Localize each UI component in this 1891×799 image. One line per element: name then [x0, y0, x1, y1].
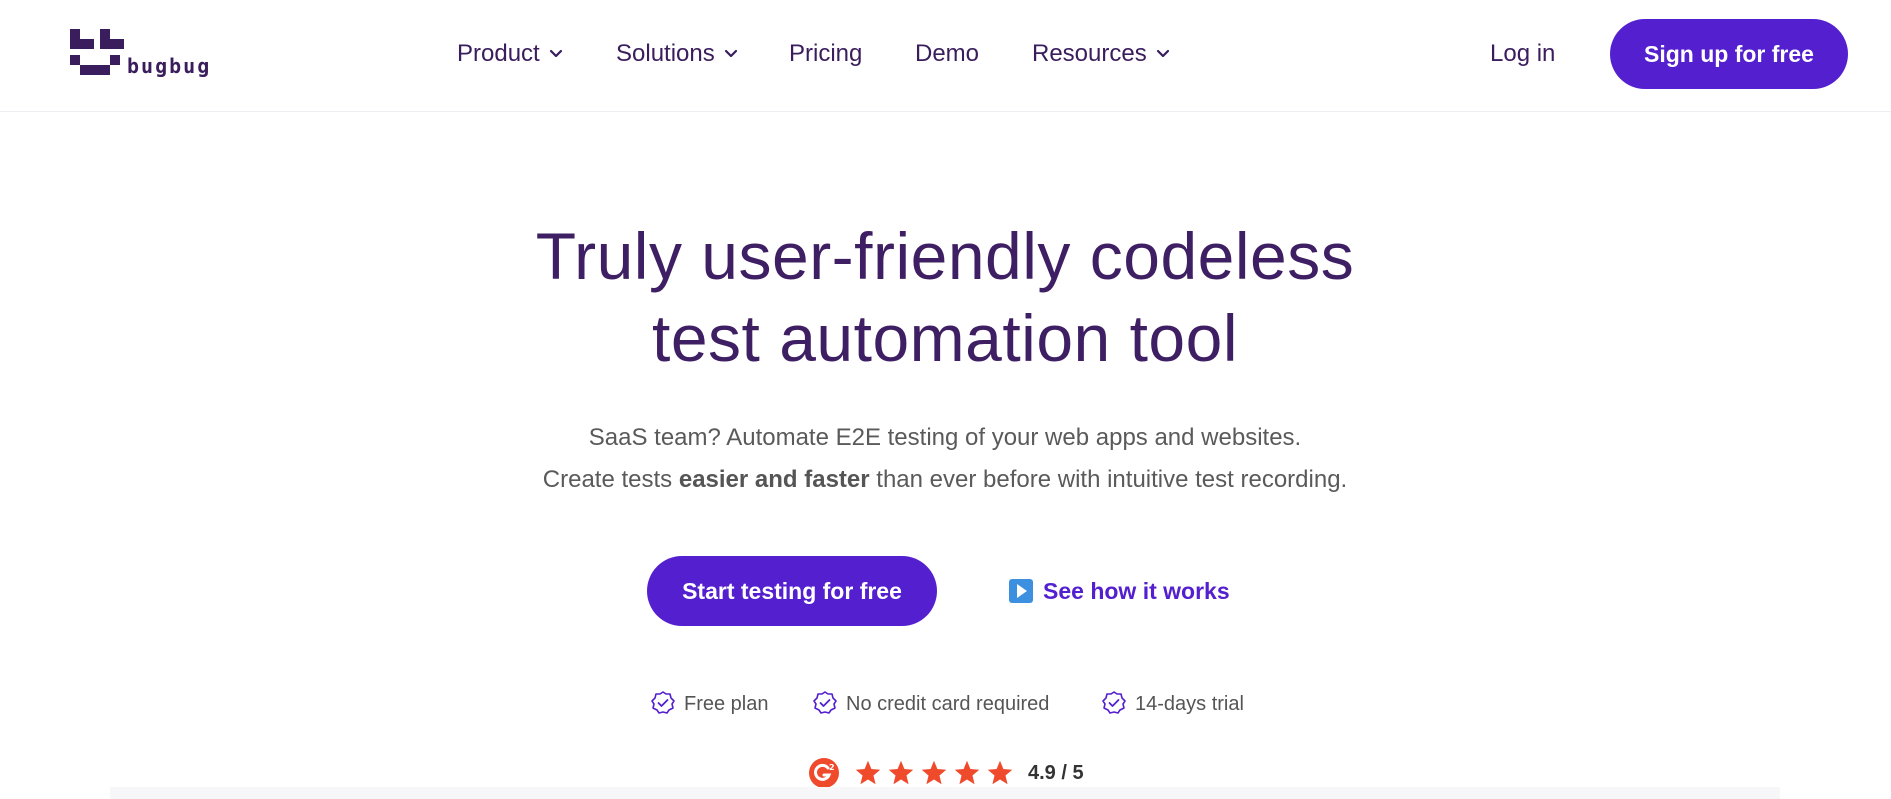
chevron-down-icon — [549, 49, 562, 57]
play-icon — [1009, 578, 1033, 603]
signup-button[interactable]: Sign up for free — [1610, 19, 1848, 89]
hero-title: Truly user-friendly codeless test automa… — [445, 215, 1445, 379]
nav-item-label: Demo — [915, 40, 980, 67]
hero-title-line-2: test automation tool — [651, 301, 1239, 375]
nav-item-label: Resources — [1032, 40, 1147, 67]
bugbug-logo-mark — [70, 29, 124, 75]
star-icon — [954, 760, 980, 785]
see-how-it-works-label: See how it works — [1043, 578, 1230, 604]
star-icon — [888, 760, 914, 785]
nav-item-label: Pricing — [789, 40, 863, 67]
start-testing-button[interactable]: Start testing for free — [647, 556, 937, 626]
logo-wordmark: bugbug — [127, 54, 212, 78]
check-badge-icon — [651, 690, 675, 714]
check-badge-icon — [813, 690, 837, 714]
chevron-down-icon — [1156, 49, 1169, 57]
nav-item-solutions[interactable]: Solutions — [616, 38, 739, 70]
star-icon — [987, 760, 1013, 785]
nav-item-product[interactable]: Product — [457, 38, 564, 70]
star-icon — [855, 760, 881, 785]
hero-title-line-1: Truly user-friendly codeless — [535, 219, 1355, 293]
hero-subtitle-line-1: SaaS team? Automate E2E testing of your … — [588, 424, 1302, 451]
chevron-down-icon — [724, 49, 737, 57]
feature-label: Free plan — [684, 693, 769, 715]
hero-subtitle-line-2: Create tests easier and faster than ever… — [445, 464, 1445, 496]
see-how-it-works-link[interactable]: See how it works — [1009, 574, 1230, 608]
nav-item-resources[interactable]: Resources — [1032, 38, 1171, 70]
login-link[interactable]: Log in — [1490, 38, 1555, 70]
nav-item-demo[interactable]: Demo — [915, 38, 979, 70]
site-header: bugbug Product Solutions Pricing Demo Re… — [0, 0, 1891, 112]
subtitle-suffix: than ever before with intuitive test rec… — [869, 466, 1348, 493]
nav-item-label: Product — [457, 40, 540, 67]
feature-label: No credit card required — [846, 693, 1050, 715]
feature-label: 14-days trial — [1135, 693, 1244, 715]
feature-14-days-trial: 14-days trial — [1101, 690, 1244, 718]
feature-no-credit-card: No credit card required — [812, 690, 1049, 718]
preview-panel-edge — [110, 787, 1780, 799]
nav-item-pricing[interactable]: Pricing — [789, 38, 862, 70]
svg-text:2: 2 — [829, 763, 835, 772]
rating-value: 4.9 / 5 — [1028, 762, 1084, 784]
check-badge-icon — [1102, 690, 1126, 714]
g2-icon: 2 — [809, 758, 839, 788]
bugbug-logo[interactable]: bugbug — [70, 29, 230, 79]
subtitle-emphasis: easier and faster — [678, 466, 870, 493]
feature-free-plan: Free plan — [650, 690, 769, 718]
nav-item-label: Solutions — [616, 40, 715, 67]
subtitle-prefix: Create tests — [542, 466, 679, 493]
star-icon — [921, 760, 947, 785]
